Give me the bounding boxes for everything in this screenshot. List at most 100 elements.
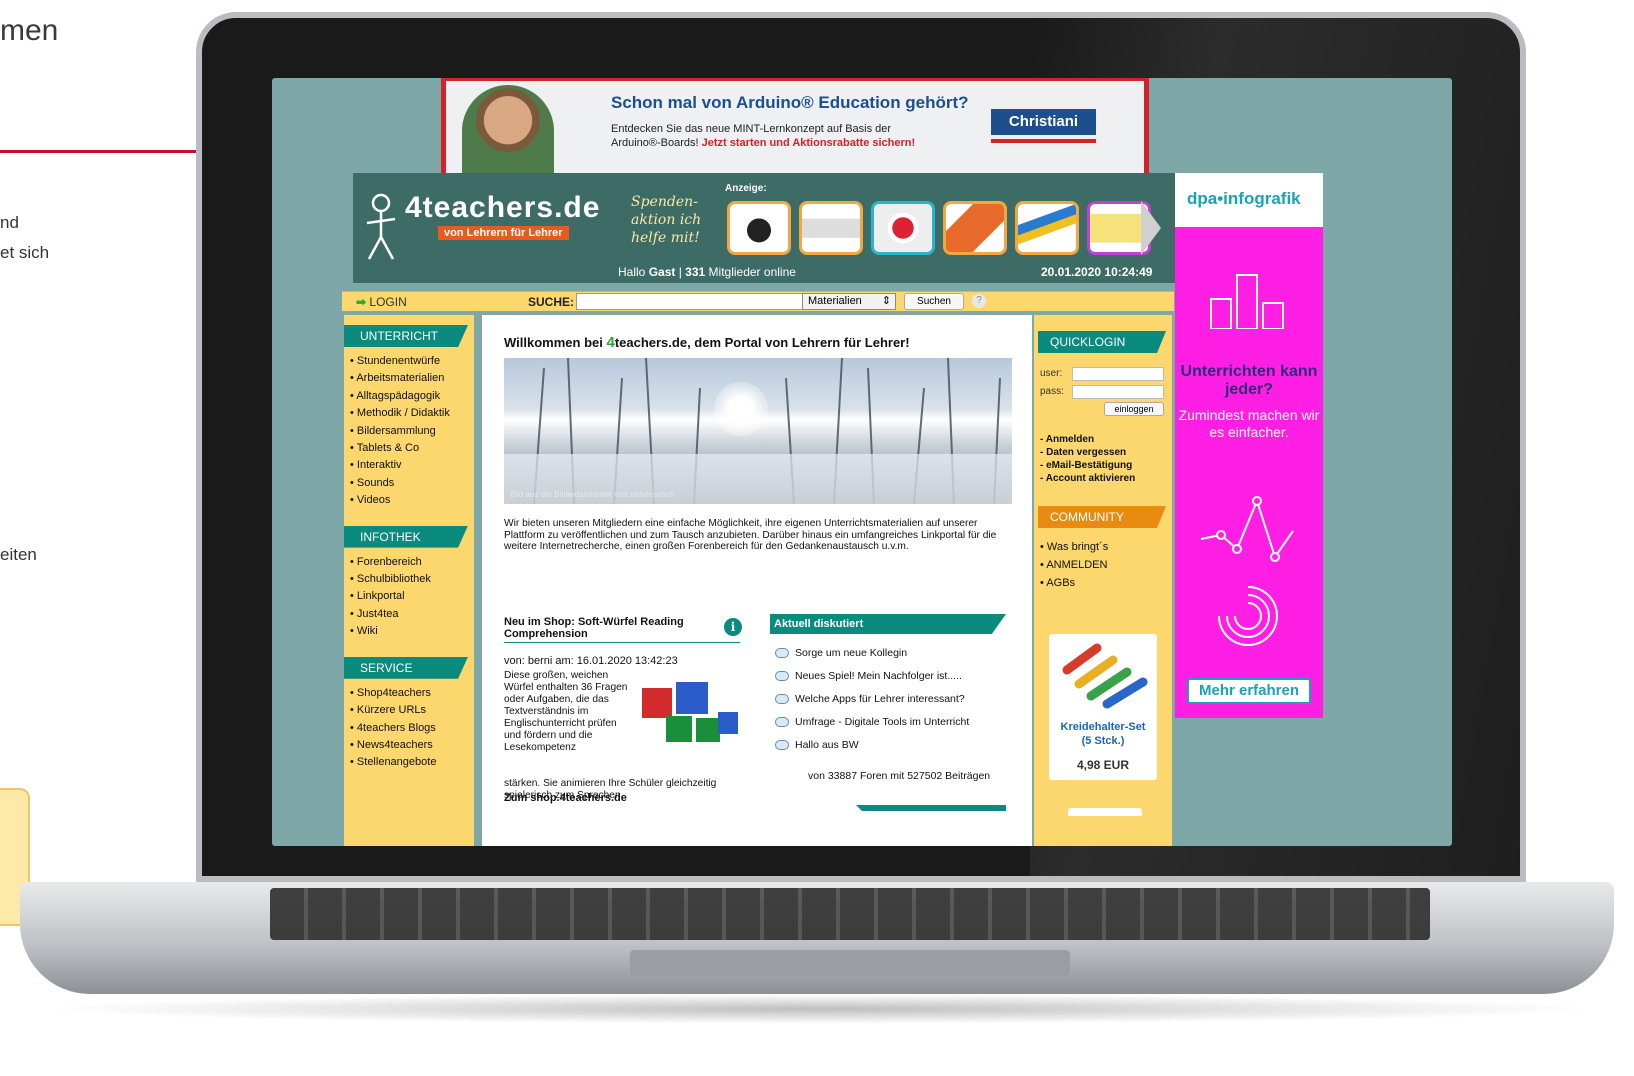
ad-tile-box[interactable] [799, 201, 863, 255]
greeting-text: Hallo [618, 265, 649, 279]
snowy-trees-image [504, 358, 1012, 504]
community-link[interactable]: AGBs [1040, 574, 1108, 592]
select-value: Materialien [808, 295, 862, 307]
discussion-item[interactable]: Welche Apps für Lehrer interessant? [775, 692, 969, 715]
discussed-list: Sorge um neue Kollegin Neues Spiel! Mein … [775, 646, 969, 761]
select-arrows-icon: ⇕ [881, 295, 891, 307]
einloggen-button[interactable]: einloggen [1104, 402, 1164, 416]
banner-ad-cta[interactable]: Jetzt starten und Aktionsrabatte sichern… [702, 137, 916, 149]
welcome-prefix: Willkommen bei [504, 335, 607, 350]
sidebar-item[interactable]: Shop4teachers [350, 685, 474, 702]
shop-news-title[interactable]: Neu im Shop: Soft-Würfel Reading Compreh… [504, 616, 744, 640]
login-label: LOGIN [369, 295, 407, 309]
caption-fragment: et sich [0, 243, 50, 262]
sidebar-item[interactable]: Methodik / Didaktik [350, 405, 474, 422]
shop-news-text: Diese großen, weichen Würfel enthalten 3… [504, 670, 628, 753]
community-heading: COMMUNITY [1038, 506, 1166, 528]
sidebar-item[interactable]: Alltagspädagogik [350, 388, 474, 405]
community-links: Was bringt´sANMELDENAGBs [1040, 538, 1108, 592]
ad-tile-bell[interactable] [727, 201, 791, 255]
discussion-item[interactable]: Sorge um neue Kollegin [775, 646, 969, 669]
site-logo[interactable]: 4teachers.de [405, 191, 600, 225]
quicklogin-link[interactable]: - eMail-Bestätigung [1040, 459, 1135, 472]
sidebar-item[interactable]: Stundenentwürfe [350, 353, 474, 370]
sidebar-item[interactable]: Linkportal [350, 588, 474, 605]
sidebar-item[interactable]: Arbeitsmaterialien [350, 370, 474, 387]
banner-ad-title: Schon mal von Arduino® Education gehört? [611, 93, 969, 112]
community-link[interactable]: ANMELDEN [1040, 556, 1108, 574]
product-ad-strip [727, 201, 1151, 255]
sidebar-item[interactable]: Tablets & Co [350, 440, 474, 457]
sidebar-item[interactable]: Stellenangebote [350, 754, 474, 771]
quicklogin-link[interactable]: - Anmelden [1040, 433, 1135, 446]
sidebar-item[interactable]: Forenbereich [350, 554, 474, 571]
quicklogin-heading: QUICKLOGIN [1038, 331, 1166, 353]
mehr-erfahren-button[interactable]: Mehr erfahren [1187, 678, 1311, 704]
bar-chart-icon [1210, 274, 1284, 329]
speech-bubble-icon [775, 694, 789, 705]
dpa-ad-header: dpa•infografik [1175, 173, 1323, 227]
help-icon[interactable]: ? [972, 294, 986, 308]
shop-link[interactable]: Zum shop.4teachers.de [504, 792, 627, 804]
discussion-item[interactable]: Neues Spiel! Mein Nachfolger ist..... [775, 669, 969, 692]
sidebar-item[interactable]: Sounds [350, 475, 474, 492]
search-input[interactable] [576, 293, 804, 310]
quicklogin-link[interactable]: - Daten vergessen [1040, 446, 1135, 459]
login-link[interactable]: ➡ LOGIN [356, 295, 407, 309]
ad-strip-next-arrow[interactable] [1141, 201, 1161, 255]
line-chart-icon [1200, 496, 1294, 562]
discussion-item[interactable]: Umfrage - Digitale Tools im Unterricht [775, 715, 969, 738]
quicklogin-link[interactable]: - Account aktivieren [1040, 472, 1135, 485]
intro-paragraph: Wir bieten unseren Mitgliedern eine einf… [504, 518, 997, 552]
sidebar-item[interactable]: Interaktiv [350, 457, 474, 474]
site-header: 4teachers.de von Lehrern für Lehrer Spen… [353, 173, 1183, 283]
search-button[interactable]: Suchen [904, 293, 964, 310]
thread-title: Sorge um neue Kollegin [795, 647, 908, 659]
discussion-item[interactable]: Hallo aus BW [775, 738, 969, 761]
banner-ad-text-prefix: Arduino®-Boards! [611, 137, 702, 149]
info-icon[interactable]: i [724, 618, 742, 636]
banner-ad[interactable]: Schon mal von Arduino® Education gehört?… [441, 78, 1149, 178]
sidebar-item[interactable]: Videos [350, 492, 474, 509]
members-count: 331 [685, 265, 706, 279]
sidebar-item[interactable]: Just4tea [350, 606, 474, 623]
ad-tile-cards[interactable] [943, 201, 1007, 255]
welcome-suffix: teachers.de, dem Portal von Lehrern für … [614, 335, 910, 350]
online-status: Hallo Gast | 331 Mitglieder online [618, 265, 796, 279]
pass-input[interactable] [1072, 385, 1164, 399]
slide-stage: men nd et sich eiten Schon mal von Ardui… [0, 0, 1634, 1076]
search-category-select[interactable]: Materialien ⇕ [802, 293, 896, 310]
sidebar-item[interactable]: Kürzere URLs [350, 702, 474, 719]
next-product-card [1068, 808, 1142, 816]
dpa-infografik-ad[interactable]: dpa•infografik Unterrichten kann jeder? … [1175, 173, 1323, 718]
banner-ad-text: Entdecken Sie das neue MINT-Lernkonzept … [611, 123, 892, 135]
user-input[interactable] [1072, 367, 1164, 381]
sidebar-item[interactable]: Wiki [350, 623, 474, 640]
left-sidebar: UNTERRICHT StundenentwürfeArbeitsmateria… [344, 315, 474, 846]
laptop-keyboard [270, 888, 1430, 940]
slide-title-fragment: men [0, 14, 59, 47]
dpa-brand: dpa•infografik [1187, 189, 1301, 208]
caption-fragment: nd [0, 213, 19, 232]
community-link[interactable]: Was bringt´s [1040, 538, 1108, 556]
sidebar-item[interactable]: News4teachers [350, 737, 474, 754]
sidebar-item[interactable]: Schulbibliothek [350, 571, 474, 588]
caption-fragment: eiten [0, 545, 37, 564]
spenden-aktion-link[interactable]: Spenden-aktion ich helfe mit! [631, 193, 711, 247]
sidebar-item[interactable]: Bildersammlung [350, 423, 474, 440]
user-name: Gast [648, 265, 676, 279]
nav-list-service: Shop4teachersKürzere URLs4teachers Blogs… [344, 679, 474, 778]
ad-tile-timer[interactable] [871, 201, 935, 255]
soft-dice-image [642, 682, 738, 742]
laptop-trackpad [630, 950, 1070, 976]
arrow-right-icon: ➡ [356, 295, 367, 309]
divider [504, 642, 740, 643]
sidebar-item[interactable]: 4teachers Blogs [350, 720, 474, 737]
thread-title: Neues Spiel! Mein Nachfolger ist..... [795, 670, 962, 682]
dpa-headline: Unterrichten kann jeder? [1180, 363, 1318, 398]
product-ad[interactable]: Kreidehalter-Set (5 Stck.) 4,98 EUR [1049, 634, 1157, 780]
user-label: user: [1040, 368, 1063, 379]
ad-tile-markers[interactable] [1015, 201, 1079, 255]
forum-stats: von 33887 Foren mit 527502 Beiträgen [808, 770, 991, 782]
laptop-shadow [40, 994, 1600, 1024]
